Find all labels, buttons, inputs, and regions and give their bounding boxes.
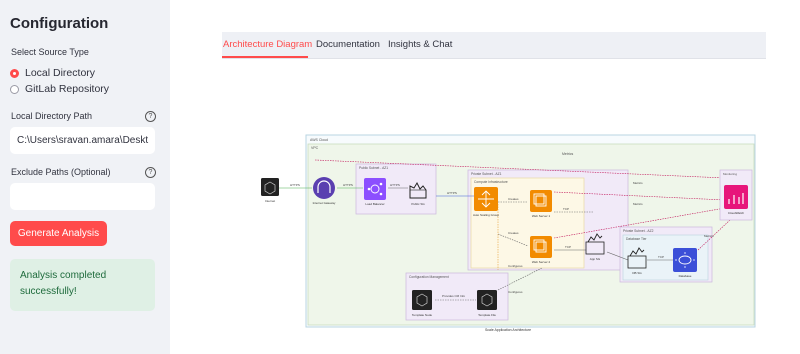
svg-text:Auto Scaling Group: Auto Scaling Group <box>473 213 499 217</box>
private-subnet-label: Private Subnet - AZ1 <box>471 172 502 176</box>
sidebar: Configuration Select Source Type Local D… <box>0 0 170 354</box>
monitoring-node: Monitoring CloudWatch <box>719 169 753 221</box>
svg-text:Load Balancer: Load Balancer <box>365 202 384 206</box>
exclude-input[interactable] <box>10 183 155 210</box>
load-balancer-node: Load Balancer <box>364 178 386 206</box>
config-mgmt-label: Configuration Management <box>409 275 449 279</box>
gateway-icon <box>313 177 335 199</box>
edge-label: HTTPS <box>290 183 300 187</box>
template-node-node: Template Node <box>412 290 433 317</box>
edge-label: Creates <box>508 231 519 235</box>
ec2-icon <box>530 190 552 212</box>
radio-label: Local Directory <box>25 67 96 79</box>
svg-text:Web Server 1: Web Server 1 <box>532 214 551 218</box>
ec2-icon <box>530 236 552 258</box>
edge-label: Creates <box>508 197 519 201</box>
active-tab-indicator <box>222 56 308 58</box>
web-server-2-node: Web Server 2 <box>530 236 552 264</box>
diagram-caption: Scale Application Architecture <box>485 328 531 332</box>
source-type-label: Select Source Type <box>11 47 89 57</box>
svg-text:DB SG: DB SG <box>632 271 642 275</box>
radio-selected-icon <box>10 68 19 78</box>
asg-node: Auto Scaling Group <box>473 187 499 217</box>
cube-icon <box>261 178 279 196</box>
private-subnet2-label: Private Subnet - AZ2 <box>623 229 654 233</box>
cube-icon <box>477 290 497 310</box>
svg-text:Template Node: Template Node <box>412 313 433 317</box>
vpc-label: VPC <box>311 146 319 150</box>
public-subnet-label: Public Subnet - AZ1 <box>359 166 388 170</box>
cloudwatch-icon <box>724 185 748 209</box>
tab-documentation[interactable]: Documentation <box>316 39 380 50</box>
database-tier-label: Database Tier <box>626 237 647 241</box>
tab-architecture-diagram[interactable]: Architecture Diagram <box>223 39 312 50</box>
edge-label: TCP <box>658 255 664 259</box>
svg-text:Public SG: Public SG <box>411 202 425 206</box>
sidebar-title: Configuration <box>10 15 109 32</box>
radio-gitlab-repository[interactable]: GitLab Repository <box>10 83 109 95</box>
generate-analysis-button[interactable]: Generate Analysis <box>10 221 107 246</box>
edge-label: HTTPS <box>390 183 400 187</box>
exclude-label: Exclude Paths (Optional) <box>11 167 111 177</box>
internet-gateway-node: Internet Gateway <box>313 177 336 205</box>
edge-label: Metrics <box>633 181 643 185</box>
tab-insights-chat[interactable]: Insights & Chat <box>388 39 452 50</box>
edge-label: HTTPS <box>447 191 457 195</box>
svg-text:Web Server 2: Web Server 2 <box>532 260 551 264</box>
svg-text:Database: Database <box>679 274 692 278</box>
web-server-1-node: Web Server 1 <box>530 190 552 218</box>
edge-label: Metrics <box>633 202 643 206</box>
edge-label: Configures <box>508 290 523 294</box>
aws-cloud-label: AWS Cloud <box>310 138 328 142</box>
question-circle-icon[interactable]: ? <box>145 111 156 122</box>
load-balancer-icon <box>364 178 386 200</box>
svg-text:Internet Gateway: Internet Gateway <box>313 201 336 205</box>
path-label: Local Directory Path <box>11 111 93 121</box>
svg-text:Template File: Template File <box>478 313 496 317</box>
internet-node: Internet <box>261 178 279 203</box>
question-circle-icon[interactable]: ? <box>145 167 156 178</box>
metrics-label: Metrics <box>562 152 574 156</box>
edge-label: TCP <box>565 245 571 249</box>
cube-icon <box>412 290 432 310</box>
tab-bar: Architecture Diagram Documentation Insig… <box>222 32 766 59</box>
svg-text:Internet: Internet <box>265 199 275 203</box>
path-input[interactable]: C:\Users\sravan.amara\Deskt <box>10 127 155 154</box>
radio-local-directory[interactable]: Local Directory <box>10 67 95 79</box>
success-alert: Analysis completed successfully! <box>10 259 155 311</box>
template-file-node: Template File <box>477 290 497 317</box>
compute-label: Compute Infrastructure <box>474 180 508 184</box>
radio-label: GitLab Repository <box>25 83 110 95</box>
architecture-diagram: AWS Cloud VPC Metrics Public Subnet - AZ… <box>261 134 756 332</box>
svg-text:App SG: App SG <box>590 257 601 261</box>
radio-unselected-icon <box>10 84 19 94</box>
edge-label: TCP <box>563 207 569 211</box>
svg-text:Monitoring: Monitoring <box>723 172 737 176</box>
svg-text:CloudWatch: CloudWatch <box>728 211 745 215</box>
edge-label: Configures <box>508 264 523 268</box>
edge-label: Metrics <box>704 234 714 238</box>
edge-label: Provides CM Info <box>442 294 465 298</box>
edge-label: HTTPS <box>343 183 353 187</box>
